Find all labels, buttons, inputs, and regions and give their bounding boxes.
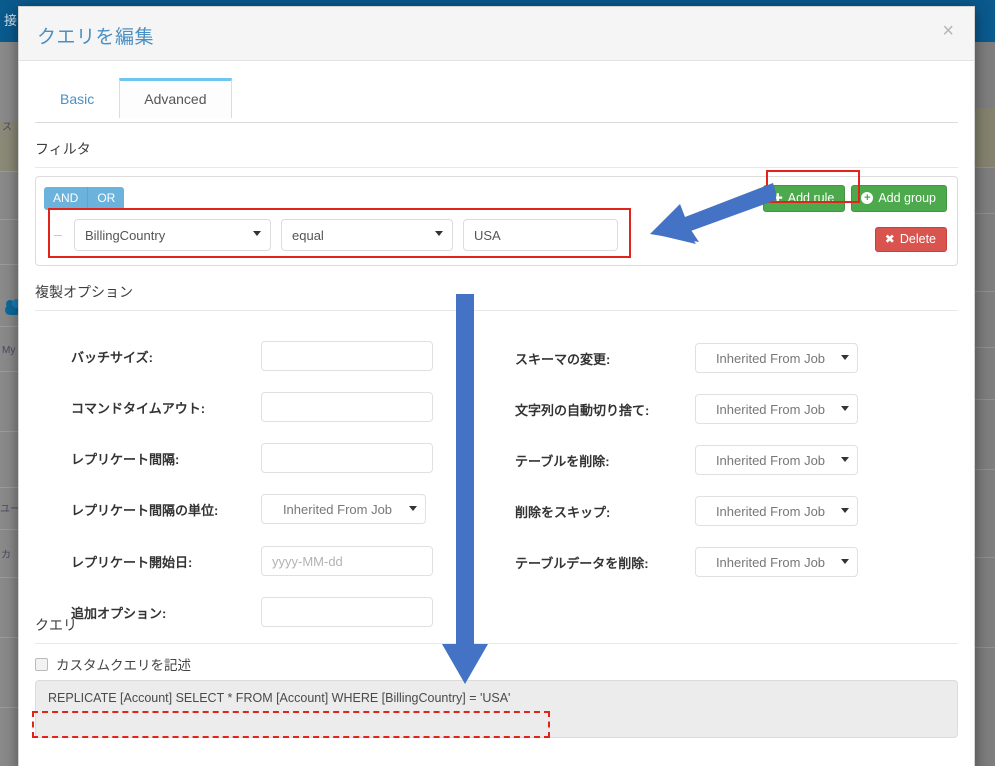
option-label: 削除をスキップ: [515,504,611,520]
select-value: Inherited From Job [715,401,826,417]
option-label: テーブルデータを削除: [515,555,649,571]
option-row-replicate-interval-unit: レプリケート間隔の単位: Inherited From Job [71,494,426,524]
rule-value-input[interactable]: USA [463,219,618,251]
chevron-down-icon [841,559,849,564]
add-rule-label: Add rule [787,191,835,205]
rule-operator-select[interactable]: equal [281,219,453,251]
filter-section-title: フィルタ [35,139,958,168]
replicate-interval-unit-select[interactable]: Inherited From Job [261,494,426,524]
rule-field-select[interactable]: BillingCountry [74,219,271,251]
select-value: Inherited From Job [715,503,826,519]
option-row-truncate-table-data: テーブルデータを削除: Inherited From Job [515,547,858,577]
custom-query-checkbox[interactable] [35,657,48,671]
option-row-command-timeout: コマンドタイムアウト: [71,392,433,422]
option-label: レプリケート開始日: [71,554,193,570]
chevron-down-icon [253,231,261,236]
option-label: レプリケート間隔: [71,451,180,467]
filter-rule-row: BillingCountry equal USA [54,219,618,251]
option-row-batch-size: バッチサイズ: [71,341,433,371]
option-label: スキーマの変更: [515,351,611,367]
option-row-replicate-interval: レプリケート間隔: [71,443,433,473]
generated-query-textarea[interactable]: REPLICATE [Account] SELECT * FROM [Accou… [35,680,958,738]
select-value: Inherited From Job [715,350,826,366]
background-sidebar-fragment: ス [2,122,12,133]
option-row-drop-table: テーブルを削除: Inherited From Job [515,445,858,475]
batch-size-input[interactable] [261,341,433,371]
option-label: テーブルを削除: [515,453,610,469]
option-row-replicate-start-date: レプリケート開始日: [71,546,433,576]
custom-query-label[interactable]: カスタムクエリを記述 [56,654,191,674]
modal-body: Basic Advanced フィルタ AND OR ✚ Add rule + … [19,77,974,743]
option-row-additional-options: 追加オプション: [71,597,433,627]
delete-rule-button[interactable]: ✖ Delete [874,227,947,252]
additional-options-input[interactable] [261,597,433,627]
rule-field-value: BillingCountry [85,227,166,243]
chevron-down-icon [841,355,849,360]
option-label: コマンドタイムアウト: [71,400,206,416]
select-value: Inherited From Job [282,501,393,517]
filter-panel: AND OR ✚ Add rule + Add group ✖ Delete B… [35,176,958,266]
add-group-label: Add group [878,191,936,205]
option-row-auto-truncate-strings: 文字列の自動切り捨て: Inherited From Job [515,394,858,424]
tab-bar: Basic Advanced [35,77,958,123]
select-value: Inherited From Job [715,452,826,468]
skip-deleted-select[interactable]: Inherited From Job [695,496,858,526]
tab-advanced[interactable]: Advanced [119,78,232,118]
close-x-icon: ✖ [884,232,895,246]
chevron-down-icon [841,508,849,513]
custom-query-row: カスタムクエリを記述 [35,654,958,674]
select-value: Inherited From Job [715,554,826,570]
plus-circle-icon: + [861,192,874,204]
edit-query-modal: クエリを編集 × Basic Advanced フィルタ AND OR ✚ Ad… [18,6,975,766]
and-button[interactable]: AND [44,187,89,210]
and-or-toggle-group: AND OR [44,187,125,210]
chevron-down-icon [409,506,417,511]
alter-schema-select[interactable]: Inherited From Job [695,343,858,373]
chevron-down-icon [841,457,849,462]
modal-header: クエリを編集 × [19,7,974,61]
background-sidebar-fragment: カ [1,550,11,561]
option-row-alter-schema: スキーマの変更: Inherited From Job [515,343,858,373]
option-label: 追加オプション: [71,605,167,621]
add-rule-button[interactable]: ✚ Add rule [762,185,846,212]
command-timeout-input[interactable] [261,392,433,422]
chevron-down-icon [841,406,849,411]
add-group-button[interactable]: + Add group [851,185,947,212]
rule-operator-value: equal [292,227,324,243]
background-topbar-label: 接 [4,13,18,28]
or-button[interactable]: OR [88,187,125,210]
tab-basic[interactable]: Basic [35,78,119,118]
auto-truncate-strings-select[interactable]: Inherited From Job [695,394,858,424]
replication-options-area: バッチサイズ: コマンドタイムアウト: レプリケート間隔: レプリケート間隔の単… [35,315,958,627]
plus-icon: ✚ [772,191,783,205]
delete-label: Delete [899,232,936,246]
options-section-title: 複製オプション [35,282,958,311]
close-icon[interactable]: × [938,19,958,43]
chevron-down-icon [435,231,443,236]
rule-value-text: USA [474,227,501,243]
replicate-interval-input[interactable] [261,443,433,473]
background-sidebar-fragment: My [2,345,16,356]
replicate-start-date-input[interactable] [261,546,433,576]
rule-connector [54,234,62,236]
background-sidebar-fragment: ユー [0,504,20,515]
add-buttons-group: ✚ Add rule + Add group [762,185,947,212]
drop-table-select[interactable]: Inherited From Job [695,445,858,475]
truncate-table-data-select[interactable]: Inherited From Job [695,547,858,577]
option-label: 文字列の自動切り捨て: [515,402,650,418]
option-label: バッチサイズ: [71,349,153,365]
modal-title: クエリを編集 [37,27,155,48]
option-label: レプリケート間隔の単位: [71,502,219,518]
option-row-skip-deleted: 削除をスキップ: Inherited From Job [515,496,858,526]
